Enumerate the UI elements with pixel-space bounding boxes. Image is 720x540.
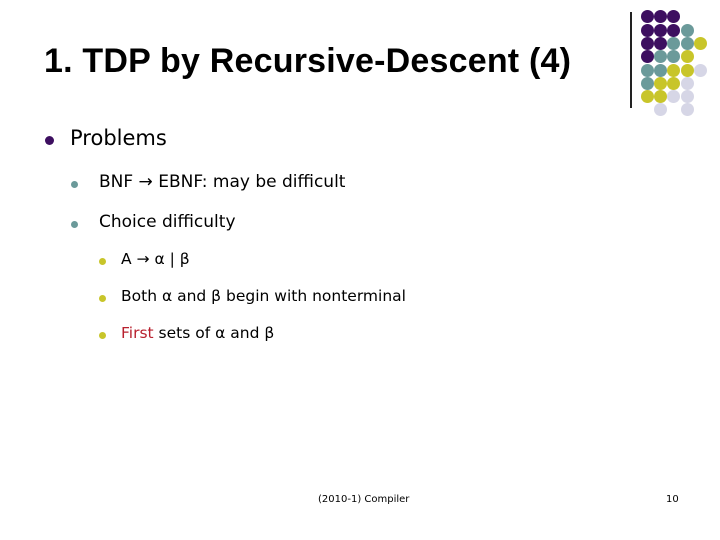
decorative-dot bbox=[680, 76, 694, 90]
decorative-dot bbox=[653, 76, 667, 90]
decorative-dot bbox=[653, 23, 667, 37]
decorative-dot bbox=[653, 49, 667, 63]
decorative-dot bbox=[666, 63, 680, 77]
decorative-dot bbox=[640, 89, 654, 103]
decorative-dot bbox=[640, 23, 654, 37]
decorative-dot bbox=[640, 9, 654, 23]
bullet-bnf-ebnf: BNF → EBNF: may be difficult bbox=[99, 172, 346, 192]
decorative-dot bbox=[666, 76, 680, 90]
bullet-problems: Problems bbox=[70, 126, 167, 150]
decorative-dot bbox=[680, 23, 694, 37]
decorative-dot bbox=[640, 49, 654, 63]
decorative-dot bbox=[666, 89, 680, 103]
decorative-dot bbox=[640, 63, 654, 77]
bullet-dot-level3 bbox=[99, 332, 106, 339]
decorative-dot bbox=[653, 102, 667, 116]
bullet-production-rule: A → α | β bbox=[121, 250, 190, 268]
decorative-dot bbox=[680, 36, 694, 50]
decorative-dot bbox=[680, 89, 694, 103]
decorative-dot bbox=[640, 76, 654, 90]
bullet-dot-level3 bbox=[99, 258, 106, 265]
bullet-dot-level2 bbox=[71, 221, 78, 228]
decorative-dot bbox=[653, 9, 667, 23]
decorative-dot bbox=[680, 49, 694, 63]
decorative-dot bbox=[653, 63, 667, 77]
decorative-dot bbox=[693, 36, 707, 50]
bullet-both-nonterminal: Both α and β begin with nonterminal bbox=[121, 287, 406, 305]
first-sets-rest: sets of α and β bbox=[153, 324, 275, 342]
decorative-dot bbox=[680, 102, 694, 116]
decorative-dot bbox=[653, 89, 667, 103]
bullet-dot-level1 bbox=[45, 136, 54, 145]
bullet-dot-level3 bbox=[99, 295, 106, 302]
bullet-dot-level2 bbox=[71, 181, 78, 188]
first-highlight: First bbox=[121, 324, 154, 342]
footer-page-number: 10 bbox=[666, 494, 679, 505]
bullet-first-sets: First sets of α and β bbox=[121, 324, 274, 342]
bullet-choice-difficulty: Choice difficulty bbox=[99, 212, 236, 232]
footer-course: (2010-1) Compiler bbox=[318, 494, 410, 505]
slide-title: 1. TDP by Recursive-Descent (4) bbox=[44, 42, 572, 80]
title-divider-line bbox=[630, 12, 632, 108]
decorative-dot bbox=[666, 9, 680, 23]
decorative-dot bbox=[693, 63, 707, 77]
decorative-dot bbox=[680, 63, 694, 77]
decorative-dot bbox=[666, 36, 680, 50]
decorative-dot bbox=[640, 36, 654, 50]
decorative-dot bbox=[653, 36, 667, 50]
decorative-dot bbox=[666, 23, 680, 37]
decorative-dot bbox=[666, 49, 680, 63]
